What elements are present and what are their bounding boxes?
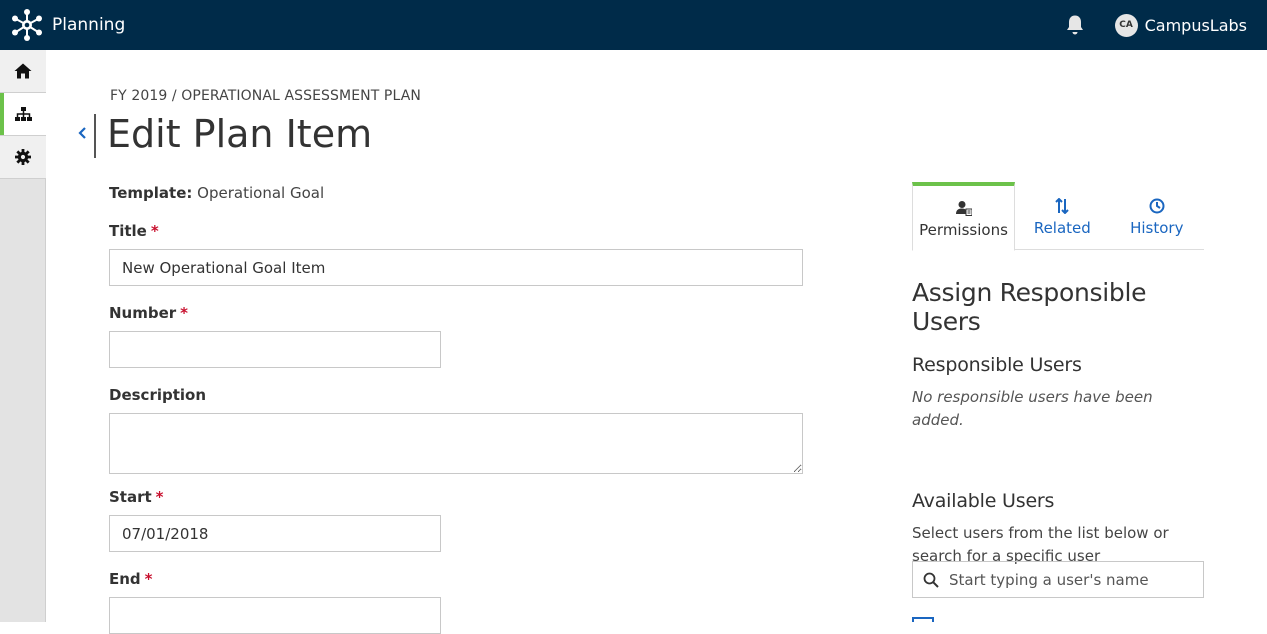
start-label: Start *	[109, 488, 809, 506]
number-input[interactable]	[109, 331, 441, 368]
planning-logo-icon	[12, 9, 42, 41]
required-mark: *	[180, 304, 189, 322]
top-bar: Planning CA CampusLabs	[0, 0, 1267, 50]
start-label-text: Start	[109, 488, 152, 506]
side-nav	[0, 50, 46, 622]
tab-history-label: History	[1130, 219, 1184, 237]
side-panel-tabs: Permissions Related History	[912, 182, 1204, 251]
avatar[interactable]: CA	[1114, 13, 1138, 37]
title-label: Title *	[109, 222, 809, 240]
tab-related-label: Related	[1033, 219, 1091, 237]
template-info: Template: Operational Goal	[109, 184, 809, 202]
number-label: Number *	[109, 304, 809, 322]
nav-item-settings[interactable]	[0, 136, 46, 179]
end-label: End *	[109, 570, 809, 588]
title-divider	[94, 114, 96, 158]
number-label-text: Number	[109, 304, 177, 322]
user-search-input[interactable]	[949, 570, 1189, 589]
tab-permissions[interactable]: Permissions	[912, 182, 1016, 251]
clock-icon	[1149, 198, 1165, 214]
start-date-input[interactable]: 07/01/2018	[109, 515, 441, 552]
info-icon[interactable]	[912, 617, 934, 622]
permissions-panel: Assign Responsible Users Responsible Use…	[912, 278, 1212, 568]
tab-history[interactable]: History	[1110, 182, 1204, 250]
tab-permissions-icon-wrap	[955, 197, 972, 219]
responsible-empty-note: No responsible users have been added.	[912, 388, 1153, 429]
breadcrumb[interactable]: FY 2019 / OPERATIONAL ASSESSMENT PLAN	[110, 88, 421, 104]
page-title: Edit Plan Item	[107, 112, 373, 156]
user-name[interactable]: CampusLabs	[1145, 16, 1247, 35]
plan-item-form: Template: Operational Goal Title * New Op…	[109, 184, 809, 634]
template-value: Operational Goal	[197, 184, 325, 202]
nav-item-hierarchy[interactable]	[0, 93, 46, 136]
tab-history-icon-wrap	[1149, 195, 1165, 217]
description-label: Description	[109, 386, 207, 404]
responsible-users-heading: Responsible Users	[912, 354, 1082, 376]
template-label: Template:	[109, 184, 193, 202]
end-date-input[interactable]	[109, 597, 441, 634]
nav-item-home[interactable]	[0, 50, 46, 93]
tab-related[interactable]: Related	[1015, 182, 1109, 250]
gear-icon	[15, 149, 31, 165]
bell-icon[interactable]	[1065, 14, 1085, 36]
panel-heading: Assign Responsible Users	[912, 278, 1147, 336]
home-icon	[14, 63, 32, 79]
top-right-controls: CA CampusLabs	[1065, 0, 1247, 50]
back-chevron-icon[interactable]	[76, 122, 96, 158]
tab-related-icon-wrap	[1055, 195, 1070, 217]
required-mark: *	[144, 570, 153, 588]
app-brand[interactable]: Planning	[10, 8, 125, 42]
user-search-box[interactable]	[912, 561, 1204, 598]
search-icon	[923, 572, 939, 588]
description-textarea[interactable]	[109, 413, 803, 474]
sort-arrows-icon	[1055, 198, 1070, 214]
app-name: Planning	[52, 15, 126, 35]
user-permission-icon	[955, 201, 972, 216]
title-input[interactable]: New Operational Goal Item	[109, 249, 803, 286]
available-users-heading: Available Users	[912, 490, 1055, 512]
tab-permissions-label: Permissions	[919, 221, 1008, 239]
title-label-text: Title	[109, 222, 147, 240]
end-label-text: End	[109, 570, 141, 588]
required-mark: *	[155, 488, 164, 506]
sitemap-icon	[14, 107, 32, 121]
required-mark: *	[150, 222, 159, 240]
